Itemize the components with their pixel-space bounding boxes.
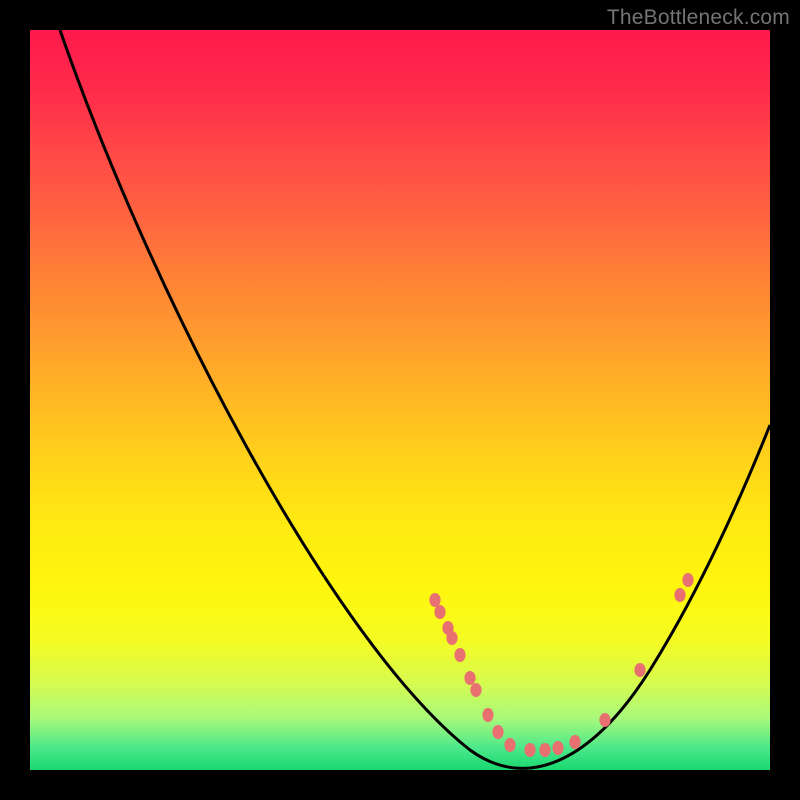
chart-marker	[446, 631, 457, 645]
chart-svg	[30, 30, 770, 770]
chart-marker	[454, 648, 465, 662]
chart-curve	[60, 30, 770, 768]
watermark-text: TheBottleneck.com	[607, 6, 790, 30]
chart-marker	[482, 708, 493, 722]
chart-marker	[504, 738, 515, 752]
chart-marker	[464, 671, 475, 685]
chart-marker	[470, 683, 481, 697]
chart-marker	[674, 588, 685, 602]
chart-marker	[524, 743, 535, 757]
chart-marker	[634, 663, 645, 677]
chart-marker	[552, 741, 563, 755]
chart-marker	[599, 713, 610, 727]
chart-marker	[682, 573, 693, 587]
chart-marker	[492, 725, 503, 739]
chart-plot-area	[30, 30, 770, 770]
chart-marker	[569, 735, 580, 749]
chart-marker	[434, 605, 445, 619]
chart-marker	[429, 593, 440, 607]
chart-marker	[539, 743, 550, 757]
